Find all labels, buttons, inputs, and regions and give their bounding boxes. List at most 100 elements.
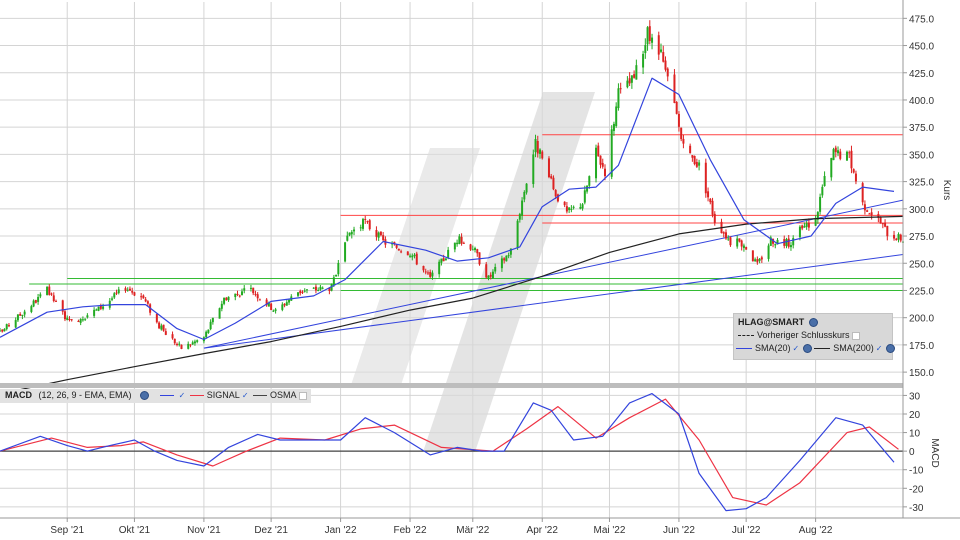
x-tick-label: Jun '22 [663, 525, 695, 536]
candle-body [469, 244, 472, 250]
candle-body [243, 288, 246, 291]
panel-divider[interactable] [0, 383, 903, 388]
candle-body [516, 220, 519, 248]
candle-body [7, 325, 10, 327]
candle-body [193, 341, 196, 344]
candle-body [805, 223, 808, 227]
check-icon[interactable]: ✓ [242, 391, 249, 400]
candle-body [178, 343, 181, 345]
candle-body [698, 162, 701, 166]
candle-body [346, 235, 349, 241]
candle-body [677, 113, 680, 127]
candle-body [798, 226, 801, 238]
candle-body [646, 27, 649, 45]
candle-body [34, 300, 37, 303]
globe-icon[interactable] [803, 344, 813, 354]
candle-body [830, 158, 833, 178]
candle-body [301, 291, 304, 293]
toggle-box-icon[interactable] [298, 391, 307, 400]
check-icon[interactable]: ✓ [179, 391, 186, 400]
y-tick-label: 275.0 [909, 232, 934, 243]
globe-icon[interactable] [808, 318, 818, 328]
candle-body [823, 176, 826, 187]
candle-body [579, 207, 582, 209]
candle-body [447, 249, 450, 258]
globe-icon[interactable] [140, 391, 150, 401]
candle-body [489, 274, 492, 277]
candle-body [709, 198, 712, 203]
candle-body [131, 290, 134, 293]
candle-body [400, 251, 403, 253]
candle-body [651, 37, 654, 43]
candle-body [205, 331, 208, 338]
legend-symbol: HLAG@SMART [738, 317, 805, 327]
candle-body [803, 226, 806, 228]
x-tick-label: Feb '22 [394, 525, 427, 536]
check-icon[interactable]: ✓ [876, 344, 883, 353]
candle-body [68, 318, 71, 321]
check-icon[interactable]: ✓ [793, 344, 800, 353]
candle-body [361, 219, 364, 229]
candle-body [236, 293, 239, 295]
candle-body [46, 286, 49, 295]
osma-swatch [253, 395, 268, 397]
candle-body [321, 287, 324, 289]
candle-body [552, 177, 555, 190]
candle-body [16, 314, 19, 321]
candle-body [595, 147, 598, 179]
candle-body [252, 287, 255, 294]
y-tick-label: 375.0 [909, 123, 934, 134]
candle-body [881, 223, 884, 225]
candle-body [225, 297, 228, 301]
legend-sma20: SMA(20) [755, 343, 791, 353]
y-tick-label: 350.0 [909, 150, 934, 161]
y-tick-label: 475.0 [909, 14, 934, 25]
candle-body [305, 289, 308, 291]
candle-body [70, 319, 73, 321]
candle-body [500, 258, 503, 269]
candle-body [756, 259, 759, 263]
candle-body [220, 303, 223, 309]
candle-body [886, 225, 889, 237]
candle-body [648, 26, 651, 42]
candle-body [471, 249, 474, 251]
candle-body [187, 343, 190, 349]
candle-body [657, 35, 660, 55]
candle-body [337, 263, 340, 275]
legend-sma200: SMA(200) [833, 343, 874, 353]
candle-body [695, 162, 698, 167]
candle-body [52, 295, 55, 302]
sma20-swatch [736, 348, 752, 350]
macd-swatch [159, 395, 174, 397]
candle-body [440, 258, 443, 263]
candle-body [586, 185, 589, 192]
candle-body [863, 204, 866, 211]
candle-body [258, 299, 261, 301]
candle-body [861, 183, 864, 203]
candle-body [568, 207, 571, 211]
candle-body [897, 234, 900, 240]
candle-body [140, 296, 143, 298]
candle-body [299, 290, 302, 294]
candle-body [84, 318, 87, 320]
candle-body [429, 271, 432, 277]
candle-body [745, 247, 748, 250]
candle-body [852, 169, 855, 173]
candle-body [689, 145, 692, 154]
candle-body [680, 127, 683, 140]
candle-body [736, 238, 739, 247]
candle-body [521, 200, 524, 216]
toggle-box-icon[interactable] [851, 331, 860, 340]
candle-body [541, 151, 544, 159]
candle-body [581, 204, 584, 209]
candle-body [158, 322, 161, 329]
candle-body [707, 191, 710, 198]
candle-body [350, 231, 353, 235]
candle-body [111, 298, 114, 300]
legend-signal: SIGNAL [206, 390, 240, 400]
candle-body [171, 334, 174, 339]
macd-y-tick-label: 0 [909, 447, 915, 458]
candle-body [117, 289, 120, 294]
candle-body [5, 324, 8, 330]
candle-body [348, 232, 351, 236]
